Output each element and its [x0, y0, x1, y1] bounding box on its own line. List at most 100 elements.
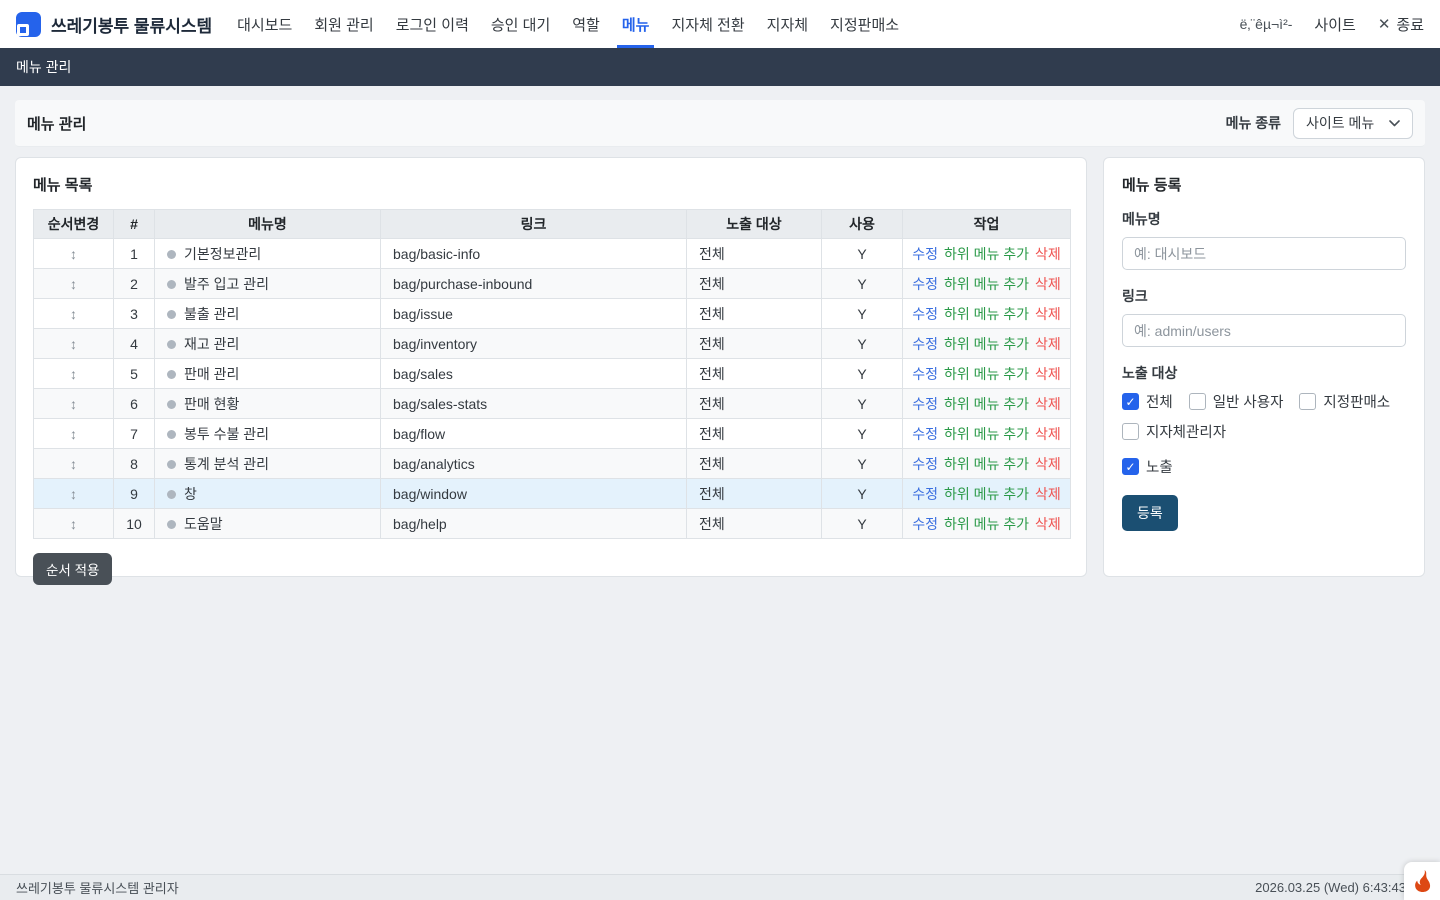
delete-link[interactable]: 삭제: [1035, 276, 1061, 292]
top-navigation-bar: 쓰레기봉투 물류시스템 대시보드회원 관리로그인 이력승인 대기역할메뉴지자체 …: [0, 0, 1440, 48]
menu-name-cell: 발주 입고 관리: [155, 269, 381, 299]
nav-item-1[interactable]: 회원 관리: [303, 0, 384, 48]
menu-name-cell: 통계 분석 관리: [155, 449, 381, 479]
register-submit-button[interactable]: 등록: [1122, 495, 1178, 531]
edit-link[interactable]: 수정: [912, 396, 938, 412]
reorder-updown-icon[interactable]: ↕: [70, 366, 77, 382]
use-flag-cell: Y: [822, 479, 903, 509]
delete-link[interactable]: 삭제: [1035, 456, 1061, 472]
reorder-updown-icon[interactable]: ↕: [70, 426, 77, 442]
edit-link[interactable]: 수정: [912, 486, 938, 502]
target-cell: 전체: [687, 389, 822, 419]
table-row: ↕4재고 관리bag/inventory전체Y수정하위 메뉴 추가삭제: [34, 329, 1071, 359]
column-header-2: 메뉴명: [155, 210, 381, 239]
table-row: ↕3불출 관리bag/issue전체Y수정하위 메뉴 추가삭제: [34, 299, 1071, 329]
logout-button[interactable]: ✕ 종료: [1378, 14, 1424, 35]
add-submenu-link[interactable]: 하위 메뉴 추가: [944, 426, 1029, 442]
menu-name-label: 메뉴명: [1122, 209, 1406, 229]
use-flag-cell: Y: [822, 389, 903, 419]
site-link[interactable]: 사이트: [1314, 14, 1355, 35]
reorder-updown-icon[interactable]: ↕: [70, 306, 77, 322]
edit-link[interactable]: 수정: [912, 456, 938, 472]
add-submenu-link[interactable]: 하위 메뉴 추가: [944, 456, 1029, 472]
target-checkbox-1[interactable]: 일반 사용자: [1189, 391, 1284, 412]
delete-link[interactable]: 삭제: [1035, 336, 1061, 352]
add-submenu-link[interactable]: 하위 메뉴 추가: [944, 246, 1029, 262]
reorder-updown-icon[interactable]: ↕: [70, 336, 77, 352]
add-submenu-link[interactable]: 하위 메뉴 추가: [944, 366, 1029, 382]
nav-item-4[interactable]: 역할: [561, 0, 611, 48]
row-number: 9: [114, 479, 155, 509]
close-icon: ✕: [1378, 17, 1391, 32]
apply-order-button[interactable]: 순서 적용: [33, 553, 112, 585]
delete-link[interactable]: 삭제: [1035, 486, 1061, 502]
menu-link-cell: bag/purchase-inbound: [381, 269, 687, 299]
edit-link[interactable]: 수정: [912, 516, 938, 532]
debug-toolbar-button[interactable]: [1404, 862, 1440, 900]
nav-item-6[interactable]: 지자체 전환: [660, 0, 755, 48]
menu-table-header-row: 순서변경#메뉴명링크노출 대상사용작업: [34, 210, 1071, 239]
menu-name-cell: 재고 관리: [155, 329, 381, 359]
target-cell: 전체: [687, 509, 822, 539]
reorder-updown-icon[interactable]: ↕: [70, 456, 77, 472]
delete-link[interactable]: 삭제: [1035, 306, 1061, 322]
menu-name: 봉투 수불 관리: [184, 426, 269, 442]
menu-type-label: 메뉴 종류: [1226, 113, 1281, 133]
edit-link[interactable]: 수정: [912, 426, 938, 442]
menu-name-cell: 기본정보관리: [155, 239, 381, 269]
menu-name: 도움말: [184, 516, 223, 532]
target-cell: 전체: [687, 299, 822, 329]
add-submenu-link[interactable]: 하위 메뉴 추가: [944, 336, 1029, 352]
edit-link[interactable]: 수정: [912, 366, 938, 382]
menu-link-cell: bag/sales: [381, 359, 687, 389]
reorder-updown-icon[interactable]: ↕: [70, 396, 77, 412]
target-checkbox-3[interactable]: 지자체관리자: [1122, 421, 1226, 442]
target-checkbox-label: 전체: [1146, 391, 1173, 412]
delete-link[interactable]: 삭제: [1035, 366, 1061, 382]
user-name-label: ë‚¨êµ¬ì²-: [1240, 16, 1293, 32]
app-title: 쓰레기봉투 물류시스템: [51, 12, 212, 37]
nav-item-7[interactable]: 지자체: [756, 0, 819, 48]
menu-table: 순서변경#메뉴명링크노출 대상사용작업 ↕1기본정보관리bag/basic-in…: [33, 209, 1071, 539]
bullet-dot-icon: [167, 430, 176, 439]
add-submenu-link[interactable]: 하위 메뉴 추가: [944, 306, 1029, 322]
nav-item-8[interactable]: 지정판매소: [819, 0, 910, 48]
target-cell: 전체: [687, 419, 822, 449]
edit-link[interactable]: 수정: [912, 336, 938, 352]
nav-item-5[interactable]: 메뉴: [611, 0, 661, 48]
visible-checkbox[interactable]: 노출: [1122, 456, 1406, 477]
menu-name: 불출 관리: [184, 306, 239, 322]
add-submenu-link[interactable]: 하위 메뉴 추가: [944, 516, 1029, 532]
add-submenu-link[interactable]: 하위 메뉴 추가: [944, 396, 1029, 412]
row-number: 5: [114, 359, 155, 389]
flame-icon: [1414, 870, 1431, 892]
reorder-updown-icon[interactable]: ↕: [70, 276, 77, 292]
add-submenu-link[interactable]: 하위 메뉴 추가: [944, 276, 1029, 292]
reorder-updown-icon[interactable]: ↕: [70, 246, 77, 262]
target-checkbox-2[interactable]: 지정판매소: [1299, 391, 1390, 412]
nav-item-0[interactable]: 대시보드: [226, 0, 303, 48]
edit-link[interactable]: 수정: [912, 276, 938, 292]
use-flag-cell: Y: [822, 239, 903, 269]
footer-left-text: 쓰레기봉투 물류시스템 관리자: [16, 878, 179, 897]
reorder-updown-icon[interactable]: ↕: [70, 516, 77, 532]
menu-register-title: 메뉴 등록: [1122, 174, 1406, 195]
target-checkbox-0[interactable]: 전체: [1122, 391, 1173, 412]
link-input[interactable]: [1122, 314, 1406, 347]
use-flag-cell: Y: [822, 299, 903, 329]
menu-name-input[interactable]: [1122, 237, 1406, 270]
delete-link[interactable]: 삭제: [1035, 396, 1061, 412]
menu-register-panel: 메뉴 등록 메뉴명 링크 노출 대상 전체일반 사용자지정판매소지자체관리자 노…: [1103, 157, 1425, 577]
table-row: ↕8통계 분석 관리bag/analytics전체Y수정하위 메뉴 추가삭제: [34, 449, 1071, 479]
add-submenu-link[interactable]: 하위 메뉴 추가: [944, 486, 1029, 502]
delete-link[interactable]: 삭제: [1035, 246, 1061, 262]
nav-item-2[interactable]: 로그인 이력: [385, 0, 480, 48]
row-number: 4: [114, 329, 155, 359]
menu-type-select[interactable]: 사이트 메뉴: [1293, 108, 1413, 139]
delete-link[interactable]: 삭제: [1035, 426, 1061, 442]
reorder-updown-icon[interactable]: ↕: [70, 486, 77, 502]
nav-item-3[interactable]: 승인 대기: [480, 0, 561, 48]
delete-link[interactable]: 삭제: [1035, 516, 1061, 532]
edit-link[interactable]: 수정: [912, 306, 938, 322]
edit-link[interactable]: 수정: [912, 246, 938, 262]
